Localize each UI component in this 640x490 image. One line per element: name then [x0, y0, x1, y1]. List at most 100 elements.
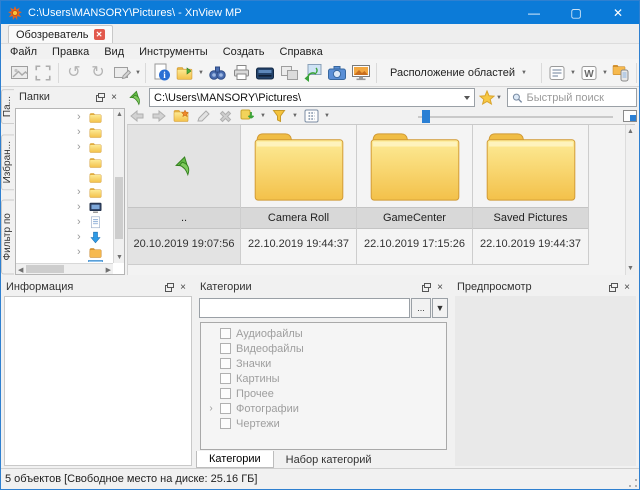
filter-dropdown-icon[interactable]: ▼ — [291, 113, 299, 119]
edit-image-icon[interactable] — [110, 61, 134, 85]
sort-dropdown-icon[interactable]: ▼ — [259, 113, 267, 119]
maximize-button[interactable]: ▢ — [555, 1, 597, 24]
rename-icon[interactable] — [193, 108, 213, 124]
tree-item-folder[interactable]: › — [17, 185, 112, 200]
folders-float-icon[interactable] — [93, 91, 107, 104]
back-icon[interactable] — [127, 108, 147, 124]
checkbox[interactable] — [220, 418, 231, 429]
info-close-icon[interactable]: × — [176, 281, 190, 294]
tree-vscroll-thumb[interactable] — [115, 177, 123, 239]
tree-item-folder[interactable]: › — [17, 125, 112, 140]
close-button[interactable]: ✕ — [597, 1, 639, 24]
tree-vertical-scrollbar[interactable]: ▲ ▼ — [113, 109, 124, 263]
file-item-folder[interactable]: Camera Roll 22.10.2019 19:44:37 — [241, 125, 357, 265]
convert-icon[interactable] — [301, 61, 325, 85]
side-tab-folders[interactable]: Па... — [1, 89, 14, 124]
search-icon[interactable] — [205, 61, 229, 85]
category-item[interactable]: Чертежи — [201, 416, 446, 431]
categories-float-icon[interactable] — [419, 281, 433, 294]
rotate-left-icon[interactable]: ↺ — [62, 61, 86, 85]
print-icon[interactable] — [229, 61, 253, 85]
resize-grip[interactable] — [629, 479, 637, 487]
folder-tree[interactable]: › › › › › › › › › ▲ ▼ ◀ ▶ — [15, 108, 125, 275]
expander-icon[interactable]: › — [207, 403, 215, 414]
category-item[interactable]: Прочее — [201, 386, 446, 401]
tree-item-folder[interactable] — [17, 155, 112, 170]
up-one-level-icon[interactable] — [127, 89, 145, 107]
side-tab-category-filter[interactable]: Фильтр по категор... — [1, 200, 14, 275]
tree-item-pictures-selected[interactable]: › — [17, 260, 112, 262]
minimize-button[interactable]: — — [513, 1, 555, 24]
layout-areas-button[interactable]: Расположение областей ▼ — [384, 64, 534, 82]
transfer-icon[interactable] — [609, 61, 633, 85]
info-float-icon[interactable] — [162, 281, 176, 294]
sort-icon[interactable] — [237, 108, 257, 124]
web-icon[interactable]: W — [577, 61, 601, 85]
view-mode-dropdown-icon[interactable]: ▼ — [323, 113, 331, 119]
preview-float-icon[interactable] — [606, 281, 620, 294]
menu-tools[interactable]: Инструменты — [139, 46, 208, 58]
forward-icon[interactable] — [149, 108, 169, 124]
batch-rename-dropdown-icon[interactable]: ▼ — [569, 70, 577, 76]
checkbox[interactable] — [220, 328, 231, 339]
tab-close-icon[interactable]: ✕ — [94, 29, 105, 40]
folders-close-icon[interactable]: × — [107, 91, 121, 104]
edit-dropdown-icon[interactable]: ▼ — [134, 70, 142, 76]
menu-view[interactable]: Вид — [104, 46, 124, 58]
web-dropdown-icon[interactable]: ▼ — [601, 70, 609, 76]
tree-item-folder[interactable]: › — [17, 140, 112, 155]
tree-item-computer[interactable]: › — [17, 200, 112, 215]
slider-handle[interactable] — [422, 110, 430, 123]
preview-close-icon[interactable]: × — [620, 281, 634, 294]
tab-browser[interactable]: Обозреватель ✕ — [8, 25, 113, 43]
category-filter-dropdown-icon[interactable]: ▼ — [432, 298, 448, 318]
file-item-folder[interactable]: GameCenter 22.10.2019 17:15:26 — [357, 125, 473, 265]
view-image-icon[interactable] — [7, 61, 31, 85]
file-item-parent[interactable]: .. 20.10.2019 19:07:56 — [128, 125, 241, 265]
category-search-input[interactable] — [199, 298, 410, 318]
tab-categories[interactable]: Категории — [196, 451, 274, 468]
checkbox[interactable] — [220, 373, 231, 384]
address-input[interactable] — [150, 92, 460, 104]
quick-search-box[interactable] — [507, 88, 637, 107]
quick-search-input[interactable] — [527, 92, 632, 104]
menu-create[interactable]: Создать — [223, 46, 265, 58]
tab-category-sets[interactable]: Набор категорий — [274, 451, 384, 468]
category-item[interactable]: Значки — [201, 356, 446, 371]
tree-item-folder[interactable]: › — [17, 110, 112, 125]
fullscreen-icon[interactable] — [31, 61, 55, 85]
file-item-folder[interactable]: Saved Pictures 22.10.2019 19:44:37 — [473, 125, 589, 265]
tree-item-folder[interactable] — [17, 170, 112, 185]
slideshow-icon[interactable] — [349, 61, 373, 85]
categories-close-icon[interactable]: × — [433, 281, 447, 294]
menu-edit[interactable]: Правка — [52, 46, 89, 58]
open-dropdown-icon[interactable]: ▼ — [197, 70, 205, 76]
compare-icon[interactable] — [277, 61, 301, 85]
menu-file[interactable]: Файл — [10, 46, 37, 58]
scan-icon[interactable] — [253, 61, 277, 85]
rotate-right-icon[interactable]: ↻ — [86, 61, 110, 85]
filter-icon[interactable] — [269, 108, 289, 124]
tree-item-documents[interactable]: › — [17, 215, 112, 230]
batch-rename-icon[interactable] — [545, 61, 569, 85]
category-item[interactable]: Аудиофайлы — [201, 326, 446, 341]
pane-fit-icon[interactable] — [623, 110, 637, 122]
tree-item-downloads[interactable]: › — [17, 230, 112, 245]
address-combo[interactable] — [149, 88, 475, 107]
tree-horizontal-scrollbar[interactable]: ◀ ▶ — [16, 263, 113, 274]
delete-icon[interactable] — [215, 108, 235, 124]
category-item[interactable]: Видеофайлы — [201, 341, 446, 356]
favorites-button[interactable]: ▼ — [479, 90, 503, 105]
checkbox[interactable] — [220, 343, 231, 354]
category-item-expandable[interactable]: ›Фотографии — [201, 401, 446, 416]
favorites-dropdown-icon[interactable]: ▼ — [495, 95, 503, 101]
category-browse-button[interactable]: ... — [411, 298, 431, 318]
open-folder-icon[interactable] — [173, 61, 197, 85]
info-icon[interactable]: i — [149, 61, 173, 85]
checkbox[interactable] — [220, 403, 231, 414]
thumbnail-size-slider[interactable] — [418, 108, 613, 124]
side-tab-favorites[interactable]: Избран... — [1, 134, 14, 190]
checkbox[interactable] — [220, 358, 231, 369]
new-folder-icon[interactable] — [171, 108, 191, 124]
menu-help[interactable]: Справка — [280, 46, 323, 58]
